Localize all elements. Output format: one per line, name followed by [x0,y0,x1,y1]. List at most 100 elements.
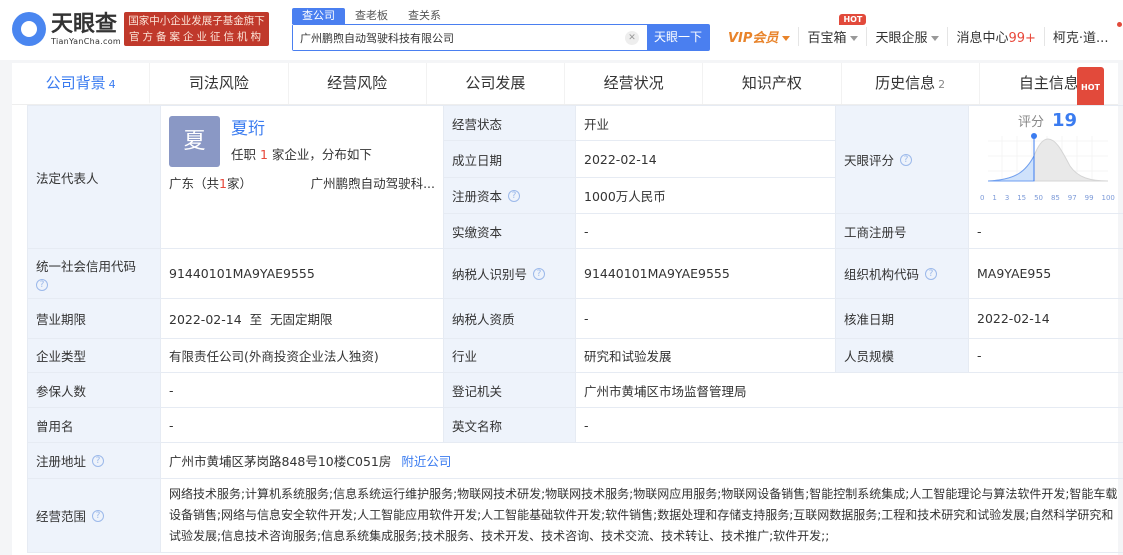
tick-label: 3 [1004,194,1010,202]
english-name-value: - [576,408,1123,443]
avatar[interactable]: 夏 [169,116,220,167]
taxpayer-qual-value: - [576,299,836,339]
legal-rep-distribution: 广东（共1家） 广州鹏煦自动驾驶科... [169,167,435,192]
search-tab-boss[interactable]: 查老板 [345,8,398,24]
tab-label: 司法风险 [188,74,249,92]
help-icon[interactable]: ? [925,267,938,280]
industry-value: 研究和试验发展 [576,339,836,373]
banner-line1: 国家中小企业发展子基金旗下 [128,15,265,27]
authority-value: 广州市黄埔区市场监督管理局 [576,373,1123,408]
scope-label: 经营范围? [28,479,161,553]
chevron-down-icon [931,36,940,41]
logo-title: 天眼查 [51,11,118,37]
banner: 国家中小企业发展子基金旗下 官方备案企业征信机构 [124,12,269,46]
score-marker-icon [1030,133,1037,139]
help-icon[interactable]: ? [900,153,913,166]
tick-label: 85 [1050,194,1060,202]
search-tab-relation[interactable]: 查关系 [398,8,451,24]
search-button[interactable]: 天眼一下 [647,25,709,50]
region-text: 广东（共 [169,176,220,191]
vip-menu[interactable]: VIP会员 [728,27,798,46]
region[interactable]: 广东（共1家） [169,173,252,192]
authority-label: 登记机关 [444,373,576,408]
logo-domain: TianYanCha.com [51,36,121,46]
clear-icon[interactable]: ✕ [625,31,639,45]
notification-dot [1117,22,1123,27]
help-icon[interactable]: ? [533,267,546,280]
header: 天眼查 TianYanCha.com 国家中小企业发展子基金旗下 官方备案企业征… [0,0,1123,60]
help-icon[interactable]: ? [92,509,105,522]
tab-label: 历史信息 [875,74,936,92]
section-tabs: 公司背景 4 司法风险 经营风险 公司发展 经营状况 知识产权 历史信息 2 自主信… [12,63,1118,109]
tab-label: 知识产权 [741,74,802,92]
nearby-companies-link[interactable]: 附近公司 [401,451,451,470]
former-name-value: - [161,408,444,443]
tab-label: 公司背景 [45,74,106,92]
address-value: 广州市黄埔区茅岗路848号10楼C051房 附近公司 [161,443,1123,479]
tab-company-background[interactable]: 公司背景 4 [12,63,151,104]
approved-label: 核准日期 [836,299,969,339]
former-name-label: 曾用名 [28,408,161,443]
search-input[interactable] [293,25,625,50]
paid-capital-label: 实缴资本 [444,214,576,249]
address-text: 广州市黄埔区茅岗路848号10楼C051房 [169,454,392,469]
tab-development[interactable]: 公司发展 [427,63,565,104]
tab-count: 2 [938,78,946,91]
toolbox-menu[interactable]: 百宝箱 HOT [798,14,867,46]
banner-line2: 官方备案企业征信机构 [129,31,264,43]
tab-label: 经营风险 [327,74,388,92]
paid-capital-value: - [576,214,836,249]
message-center[interactable]: 消息中心99+ [947,27,1043,46]
help-icon[interactable]: ? [92,454,105,467]
credit-code-label-text: 统一社会信用代码 [36,259,137,274]
search-tabs: 查公司 查老板 查关系 [292,8,451,24]
tab-operating-risk[interactable]: 经营风险 [289,63,427,104]
score-value: 19 [1051,110,1078,131]
tab-operating-status[interactable]: 经营状况 [565,63,704,104]
top-nav: VIP会员 百宝箱 HOT 天眼企服 消息中心99+ 柯克·道... [728,14,1123,46]
tab-own-info[interactable]: 自主信息 HOT [980,63,1118,109]
enterprise-label: 天眼企服 [875,31,928,46]
related-company[interactable]: 广州鹏煦自动驾驶科... [311,173,435,192]
term-value: 2022-02-14 至 无固定期限 [161,299,444,339]
search-tab-company[interactable]: 查公司 [292,8,345,24]
tab-judicial-risk[interactable]: 司法风险 [150,63,289,104]
tab-count: 4 [108,78,116,91]
logo[interactable]: 天眼查 TianYanCha.com [12,12,121,46]
taxpayer-id-label: 纳税人识别号? [444,249,576,299]
distribution-curve [987,138,1108,182]
status-label: 经营状态 [444,106,576,141]
tab-ip[interactable]: 知识产权 [703,63,842,104]
staff-label: 人员规模 [836,339,969,373]
org-code-label: 组织机构代码? [836,249,969,299]
score-title: 评分 [1017,115,1044,130]
chevron-down-icon [850,36,859,41]
help-icon[interactable]: ? [508,189,521,202]
address-label: 注册地址? [28,443,161,479]
taxpayer-id-label-text: 纳税人识别号 [452,267,528,282]
reg-no-value: - [969,214,1123,249]
address-label-text: 注册地址 [36,454,87,469]
capital-value: 1000万人民币 [576,178,836,214]
score-area [987,155,1034,182]
enterprise-service-menu[interactable]: 天眼企服 [866,27,947,46]
legal-rep-label: 法定代表人 [28,106,161,249]
score-cell[interactable]: 评分 19 0 1 3 15 50 85 97 99 100 [969,106,1123,214]
credit-code-label: 统一社会信用代码? [28,249,161,299]
company-info: 法定代表人 夏 夏珩 任职 1 家企业，分布如下 广东（共1家） 广州鹏煦自动驾… [12,105,1123,555]
scope-label-text: 经营范围 [36,509,87,524]
tick-label: 99 [1084,194,1094,202]
tab-history[interactable]: 历史信息 2 [842,63,980,104]
taxpayer-id-value: 91440101MA9YAE9555 [576,249,836,299]
user-menu[interactable]: 柯克·道... [1043,22,1123,46]
company-count: 1 [259,147,268,162]
vip-label: VIP会员 [728,31,779,46]
message-count: 99+ [1008,31,1036,46]
tick-label: 15 [1017,194,1027,202]
org-code-label-text: 组织机构代码 [844,267,920,282]
user-name: 柯克·道... [1052,31,1109,46]
legal-rep-cell: 夏 夏珩 任职 1 家企业，分布如下 广东（共1家） 广州鹏煦自动驾驶科... [161,106,444,249]
tick-label: 50 [1034,194,1043,202]
chevron-down-icon [782,36,791,41]
help-icon[interactable]: ? [36,279,48,291]
